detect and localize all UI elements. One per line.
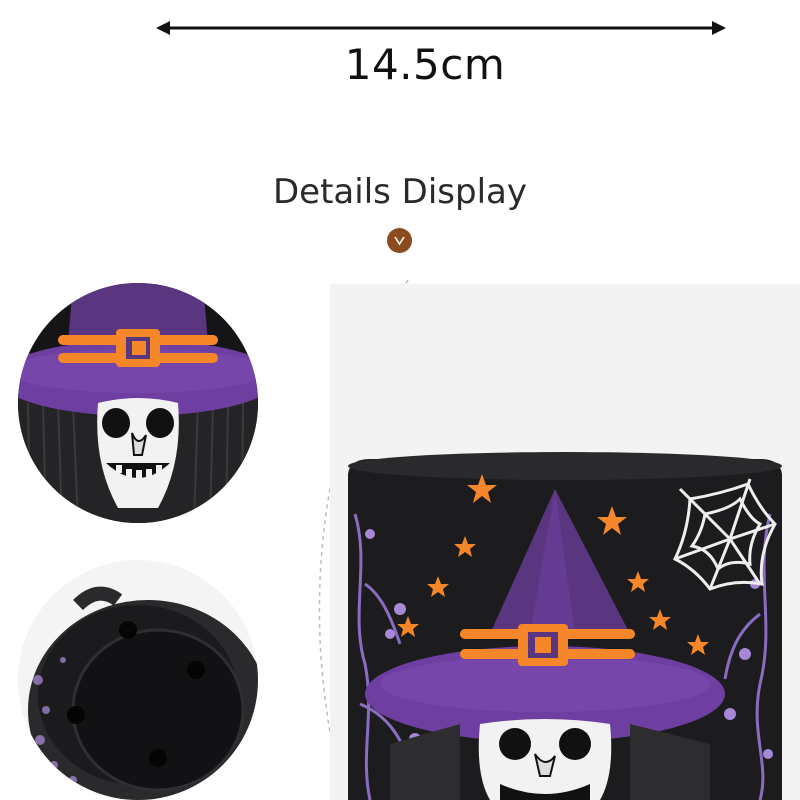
width-dimension-arrow-icon	[156, 21, 726, 35]
chevron-down-icon	[387, 228, 412, 253]
product-main-photo	[330, 284, 800, 800]
base-closeup-photo	[18, 560, 258, 800]
hat-closeup-photo	[18, 283, 258, 523]
section-title: Details Display	[272, 172, 527, 212]
width-dimension-label: 14.5cm	[344, 40, 506, 89]
